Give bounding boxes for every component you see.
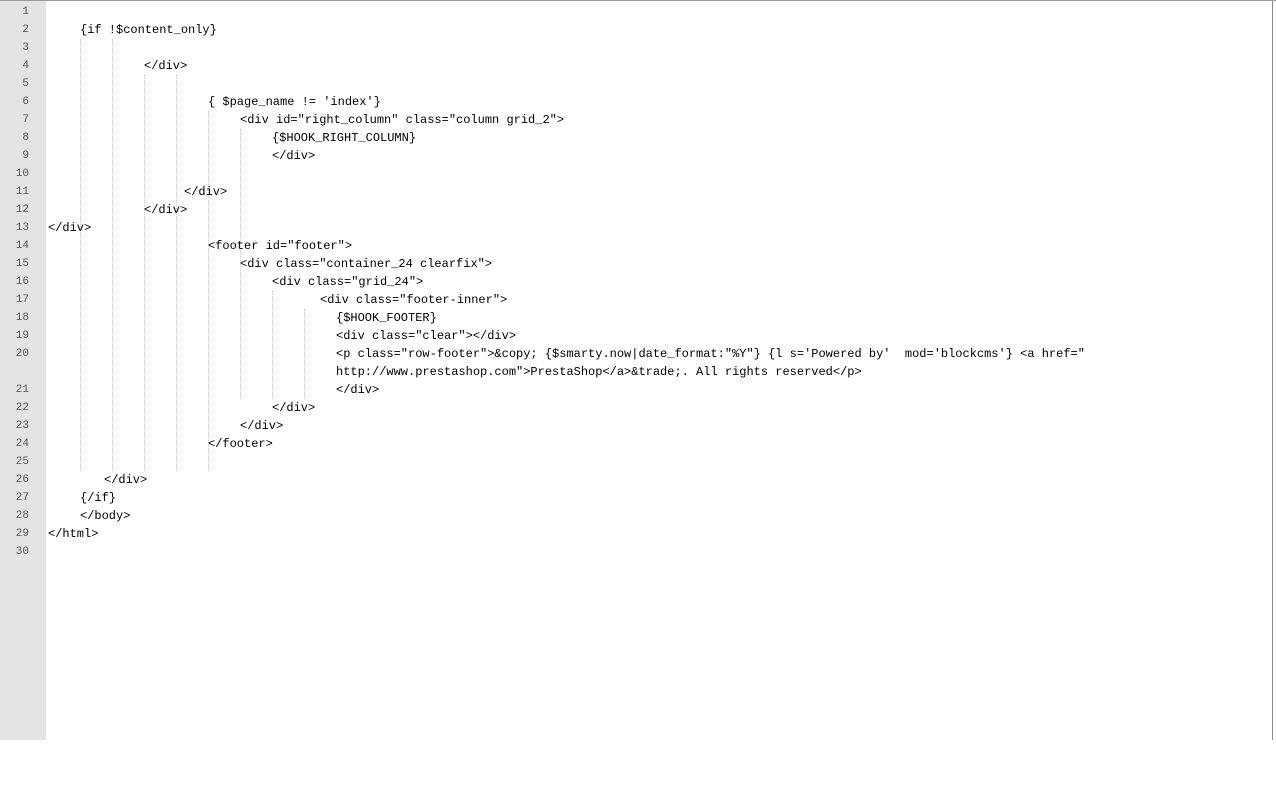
line-number: 27 (15, 492, 29, 504)
code-text: <p class="row-footer">&copy; {$smarty.no… (336, 347, 1085, 361)
line-number: 6 (22, 96, 29, 108)
code-text: </body> (80, 509, 131, 523)
code-text: {/if} (80, 491, 117, 505)
code-text: {$HOOK_RIGHT_COLUMN} (272, 131, 417, 145)
line-number: 16 (15, 276, 29, 288)
line-number: 18 (15, 312, 29, 324)
line-number: 29 (15, 528, 29, 540)
code-text: </footer> (208, 437, 273, 451)
line-number: 17 (15, 294, 29, 306)
indent-guide (304, 309, 305, 399)
line-number: 28 (15, 510, 29, 522)
line-number: 15 (15, 258, 29, 270)
code-text: <div id="right_column" class="column gri… (240, 113, 565, 127)
code-text: </div> (104, 473, 148, 487)
indent-guide (144, 75, 145, 471)
line-number: 1 (22, 6, 29, 18)
line-number: 21 (15, 384, 29, 396)
code-text: http://www.prestashop.com">PrestaShop</a… (336, 365, 862, 379)
code-text: </div> (144, 59, 188, 73)
code-text: <div class="grid_24"> (272, 275, 424, 289)
line-number: 30 (15, 546, 29, 558)
indent-guide (272, 291, 273, 399)
line-number: 23 (15, 420, 29, 432)
line-number: 14 (15, 240, 29, 252)
editor-right-border (1272, 1, 1273, 740)
line-number: 3 (22, 42, 29, 54)
line-number: 10 (15, 168, 29, 180)
code-text: </div> (144, 203, 188, 217)
indent-guide (208, 111, 209, 471)
line-number: 13 (15, 222, 29, 234)
code-text: </div> (240, 419, 284, 433)
line-number: 7 (22, 114, 29, 126)
line-number: 9 (22, 150, 29, 162)
line-number: 12 (15, 204, 29, 216)
line-number: 22 (15, 402, 29, 414)
code-text: <div class="container_24 clearfix"> (240, 257, 493, 271)
line-number: 2 (22, 24, 29, 36)
line-number: 19 (15, 330, 29, 342)
line-number: 26 (15, 474, 29, 486)
line-number: 11 (15, 186, 29, 198)
code-text: </div> (272, 401, 316, 415)
code-text: <div class="clear"></div> (336, 329, 517, 343)
line-number: 5 (22, 78, 29, 90)
line-number: 20 (15, 348, 29, 360)
code-text: </div> (48, 221, 92, 235)
code-text: </div> (336, 383, 380, 397)
line-number: 24 (15, 438, 29, 450)
line-number: 8 (22, 132, 29, 144)
indent-guide (176, 75, 177, 471)
code-text: {$HOOK_FOOTER} (336, 311, 437, 325)
code-editor[interactable]: 1 2 {if !$content_only} 3 4 </div> 5 6{ $page_n… (0, 0, 1276, 740)
indent-guide (80, 39, 81, 471)
code-text: </div> (184, 185, 228, 199)
indent-guide (112, 39, 113, 471)
code-text: </div> (272, 149, 316, 163)
line-number: 4 (22, 60, 29, 72)
code-text: { $page_name != 'index'} (208, 95, 381, 109)
code-text: {if !$content_only} (80, 23, 217, 37)
code-text: </html> (48, 527, 99, 541)
code-text: <footer id="footer"> (208, 239, 353, 253)
line-number: 25 (15, 456, 29, 468)
code-text: <div class="footer-inner"> (320, 293, 508, 307)
